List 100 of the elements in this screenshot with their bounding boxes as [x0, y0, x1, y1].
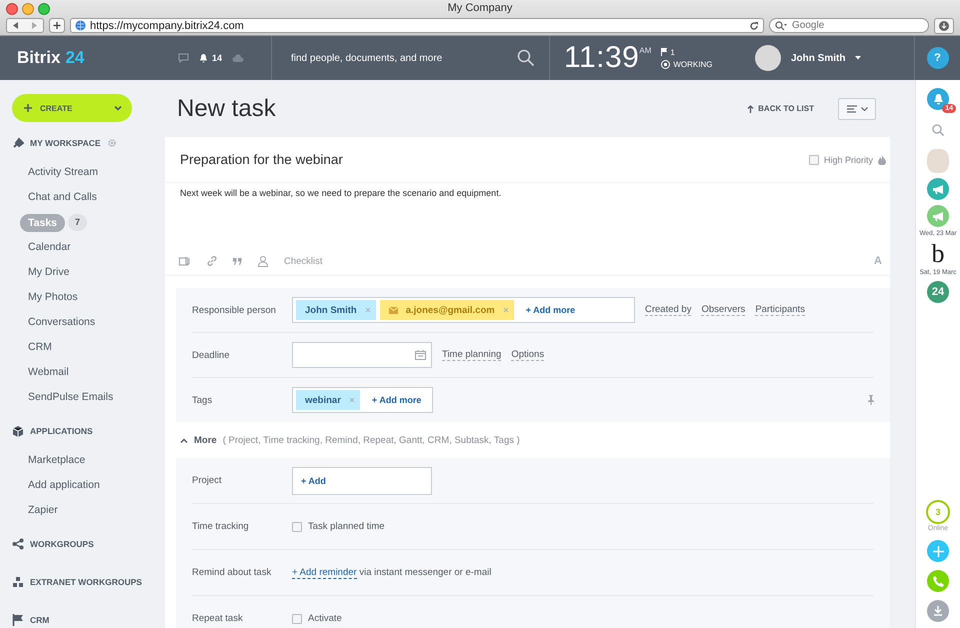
search-field[interactable]: Google	[769, 18, 929, 33]
add-link[interactable]: + Add	[296, 476, 331, 486]
download-button[interactable]	[927, 600, 949, 622]
chat-button[interactable]	[927, 205, 949, 227]
add-more-link[interactable]: + Add more	[364, 395, 430, 405]
option-link[interactable]: Observers	[701, 304, 746, 316]
sidebar-item[interactable]: Activity Stream	[12, 160, 165, 185]
download-icon	[939, 20, 949, 30]
pin-icon	[12, 137, 24, 149]
avatar	[755, 45, 781, 71]
am-pm-label: AM	[639, 46, 652, 55]
reload-icon[interactable]	[749, 20, 759, 30]
sidebar-item[interactable]: My Drive	[12, 260, 165, 285]
field-label: Project	[192, 475, 223, 486]
zoom-button[interactable]	[38, 3, 50, 15]
sidebar-item[interactable]: SendPulse Emails	[12, 385, 165, 410]
sidebar-item[interactable]: Add application	[12, 473, 165, 498]
avatar[interactable]	[927, 149, 949, 173]
project-field[interactable]: + Add	[292, 466, 432, 494]
search-field[interactable]: find people, documents, and more	[291, 52, 491, 64]
link-icon[interactable]	[207, 256, 217, 266]
tag-chip[interactable]: webinar	[296, 390, 360, 410]
sidebar-item[interactable]: CRM	[12, 335, 165, 360]
notification-count: 14	[212, 53, 222, 63]
menu-button[interactable]	[838, 98, 876, 120]
download-button[interactable]	[934, 18, 954, 34]
logo-number: 24	[65, 48, 84, 68]
option-link[interactable]: Time planning	[442, 349, 502, 361]
minimize-button[interactable]	[22, 3, 34, 15]
close-button[interactable]	[6, 3, 18, 15]
checkbox-label: Task planned time	[308, 521, 385, 532]
responsible-person-field[interactable]: John Smith a.jones@gmail.com + Add more	[292, 297, 635, 323]
close-icon[interactable]	[502, 307, 509, 313]
section-heading[interactable]: APPLICATIONS	[30, 426, 93, 436]
settings-icon[interactable]	[106, 138, 117, 148]
section-heading[interactable]: CRM	[30, 615, 50, 625]
chevron-down-icon	[114, 106, 122, 110]
email-chip[interactable]: a.jones@gmail.com	[380, 300, 514, 320]
new-tab-button[interactable]	[49, 18, 65, 33]
search-icon[interactable]	[517, 49, 535, 67]
add-more-link[interactable]: + Add more	[518, 305, 584, 315]
person-chip[interactable]: John Smith	[296, 300, 376, 320]
search-icon	[775, 20, 787, 30]
chevron-up-icon[interactable]	[180, 438, 188, 442]
sidebar-item[interactable]: Marketplace	[12, 448, 165, 473]
count-badge: 7	[68, 214, 88, 231]
person-icon[interactable]	[258, 256, 268, 266]
field-label: Time tracking	[192, 521, 250, 532]
attachment-icon[interactable]	[179, 256, 191, 266]
create-button[interactable]: CREATE	[12, 94, 132, 122]
close-icon[interactable]	[364, 307, 371, 313]
priority-checkbox[interactable]	[808, 154, 819, 164]
cloud-icon[interactable]	[232, 54, 244, 62]
chat-button[interactable]: 24	[927, 281, 949, 303]
megaphone-icon	[932, 212, 944, 220]
user-menu[interactable]: John Smith	[755, 36, 914, 80]
flag-icon	[12, 614, 24, 626]
sidebar-item[interactable]: Conversations	[12, 310, 165, 335]
sidebar-item[interactable]: Webmail	[12, 360, 165, 385]
checkbox[interactable]	[292, 614, 302, 624]
sidebar-item[interactable]: Chat and Calls	[12, 185, 165, 210]
section-heading[interactable]: WORKGROUPS	[30, 539, 94, 549]
tags-field[interactable]: webinar + Add more	[292, 387, 434, 413]
field-label: Deadline	[192, 350, 230, 360]
option-link[interactable]: Created by	[645, 304, 692, 316]
field-label: Responsible person	[192, 304, 277, 316]
more-toggle[interactable]: More	[194, 434, 217, 446]
description-text[interactable]: Next week will be a webinar, so we need to prepare the scenario and equipment.	[165, 183, 890, 247]
task-title-field[interactable]: Preparation for the webinar	[180, 152, 809, 167]
window-title: My Company	[448, 2, 512, 14]
section-heading[interactable]: EXTRANET WORKGROUPS	[30, 577, 142, 587]
search-icon[interactable]	[932, 124, 944, 136]
back-to-list-link[interactable]: BACK TO LIST	[741, 103, 820, 114]
globe-icon	[75, 20, 86, 31]
add-reminder-link[interactable]: + Add reminder	[292, 567, 357, 579]
quote-icon[interactable]	[233, 258, 242, 264]
chat-icon[interactable]	[178, 53, 189, 63]
option-link[interactable]: Options	[511, 349, 544, 361]
add-button[interactable]	[927, 540, 949, 562]
pin-icon[interactable]	[868, 395, 874, 405]
sidebar-item[interactable]: My Photos	[12, 285, 165, 310]
megaphone-icon	[932, 184, 944, 194]
deadline-field[interactable]	[292, 342, 432, 368]
clock-time: 11:39	[564, 41, 640, 75]
logo[interactable]: Bitrix 24	[0, 36, 165, 80]
sidebar-item[interactable]: Calendar	[12, 235, 165, 260]
chat-button[interactable]	[927, 178, 949, 200]
section-heading[interactable]: MY WORKSPACE	[30, 138, 101, 148]
option-link[interactable]: Participants	[755, 304, 805, 316]
address-bar[interactable]: https://mycompany.bitrix24.com	[70, 18, 764, 33]
bell-icon[interactable]	[199, 53, 208, 63]
calendar-icon	[415, 350, 426, 360]
checkbox[interactable]	[292, 522, 302, 532]
download-icon	[933, 606, 943, 616]
close-icon[interactable]	[348, 397, 355, 403]
call-button[interactable]	[927, 570, 949, 592]
chat-logo-button[interactable]: b	[931, 242, 944, 266]
sidebar-item[interactable]: Zapier	[12, 498, 165, 523]
status-button[interactable]: WORKING	[661, 60, 712, 68]
priority-label: High Priority	[824, 154, 873, 164]
